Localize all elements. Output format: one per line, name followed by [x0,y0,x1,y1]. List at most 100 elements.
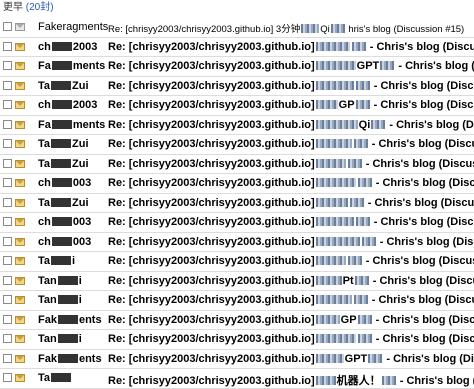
select-checkbox[interactable] [3,373,12,382]
mail-subject[interactable]: Re: [chrisyy2003/chrisyy2003.github.io] … [108,80,474,92]
select-checkbox[interactable] [3,334,12,343]
select-checkbox[interactable] [3,236,12,246]
redaction-block [51,119,72,129]
select-checkbox[interactable] [3,100,12,109]
sender-name-start: Fak [38,313,57,326]
sender-name-end: i [78,333,82,345]
pixelated-redaction [315,334,356,343]
pixelated-redaction [315,197,348,207]
subject-suffix: - Chris's blog (Discussion #15) [371,138,474,150]
select-checkbox[interactable] [3,61,12,70]
select-checkbox[interactable] [3,197,12,207]
mail-subject[interactable]: Re: [chrisyy2003/chrisyy2003.github.io] … [108,333,474,345]
select-checkbox[interactable] [3,256,12,265]
mail-row[interactable]: ch 003 Re: [chrisyy2003/chrisyy2003.github… [0,174,474,194]
mail-row[interactable]: Fak ents Re: [chrisyy2003/chrisyy2003.gith… [0,311,474,330]
mail-row[interactable]: Tan i Re: [chrisyy2003/chrisyy2003.github.… [0,272,474,291]
select-checkbox[interactable] [3,353,12,363]
unread-envelope-icon [15,198,25,207]
mail-subject[interactable]: Re: [chrisyy2003/chrisyy2003.github.io] G… [108,99,474,111]
mail-row[interactable]: Ta i Re: [chrisyy2003/chrisyy2003.github.i… [0,252,474,272]
pixelated-redaction [315,376,336,385]
unread-envelope-icon [15,374,25,382]
mail-subject[interactable]: Re: [chrisyy2003/chrisyy2003.github.io] … [108,177,474,189]
subject-prefix: Re: [chrisyy2003/chrisyy2003.github.io] [108,196,315,209]
mail-subject[interactable]: Re: [chrisyy2003/chrisyy2003.github.io] 机… [108,372,474,388]
pixelated-redaction [315,353,344,363]
select-checkbox[interactable] [3,217,12,226]
mail-row[interactable]: Fa ments Re: [chrisyy2003/chrisyy2003.gith… [0,57,474,77]
subject-fragment: Qi [320,24,330,35]
subject-suffix: - Chris's blog (Discussion #15) [386,352,474,365]
subject-prefix: Re: [chrisyy2003/chrisyy2003.github.io] [108,352,315,365]
sender-name-start: Tan [38,274,57,287]
mail-subject[interactable]: Re: [chrisyy2003/chrisyy2003.github.io] … [108,197,474,209]
pixelated-redaction [349,197,364,207]
mail-subject[interactable]: Re: [chrisyy2003/chrisyy2003.github.io] … [108,216,474,228]
select-checkbox[interactable] [3,80,12,90]
sender-name-start: Fa [38,60,51,72]
sender-name: Fak ents [38,353,108,365]
sender-name-end: i [78,294,82,306]
redaction-block [57,314,78,324]
sender-name-start: Ta [38,157,51,170]
sender-name-start: Ta [38,138,51,150]
mail-row[interactable]: Fakeragments Re: [chrisyy2003/chrisyy2003… [0,18,474,38]
mail-row[interactable]: Ta Zui Re: [chrisyy2003/chrisyy2003.github… [0,77,474,96]
subject-suffix: - Chris's blog (Discussion #15) [398,60,474,72]
mail-subject[interactable]: Re: [chrisyy2003/chrisyy2003.github.io] … [108,41,474,53]
mail-row[interactable]: Tan i Re: [chrisyy2003/chrisyy2003.github.… [0,330,474,350]
mail-subject[interactable]: Re: [chrisyy2003/chrisyy2003.github.io] Q… [108,119,474,131]
select-checkbox[interactable] [3,22,12,31]
mail-subject[interactable]: Re: [chrisyy2003/chrisyy2003.github.io] … [108,236,474,248]
mail-subject[interactable]: Re: [chrisyy2003/chrisyy2003.github.io] … [108,158,474,170]
select-checkbox[interactable] [3,314,12,324]
sender-name-end: 003 [72,216,92,228]
unread-envelope-icon [15,354,25,363]
select-checkbox[interactable] [3,139,12,148]
select-checkbox[interactable] [3,119,12,129]
subject-fragment: GP [340,313,357,326]
pixelated-redaction [315,295,352,304]
mail-list: Fakeragments Re: [chrisyy2003/chrisyy2003… [0,18,474,389]
sender-name: Ta Zui [38,158,108,170]
mail-subject[interactable]: Re: [chrisyy2003/chrisyy2003.github.io] P… [108,275,474,287]
sender-name-start: Fakeragments [38,21,108,33]
mail-row[interactable]: ch 003 Re: [chrisyy2003/chrisyy2003.github… [0,213,474,233]
mail-subject[interactable]: Re: [chrisyy2003/chrisyy2003.github.io] … [108,294,474,306]
subject-fragment: GPT [356,60,380,72]
select-checkbox[interactable] [3,295,12,304]
mail-row[interactable]: Ta Zui Re: [chrisyy2003/chrisyy2003.github… [0,155,474,174]
sender-name-end: i [78,274,82,287]
mail-row[interactable]: ch 2003 Re: [chrisyy2003/chrisyy2003.githu… [0,96,474,116]
mail-subject[interactable]: Re: [chrisyy2003/chrisyy2003.github.io] … [108,21,474,35]
select-checkbox[interactable] [3,178,12,187]
subject-prefix: Re: [chrisyy2003/chrisyy2003.github.io] [108,235,315,248]
unread-envelope-icon [15,315,25,324]
subject-prefix: Re: [chrisyy2003/chrisyy2003.github.io] [108,118,315,131]
mail-subject[interactable]: Re: [chrisyy2003/chrisyy2003.github.io] … [108,138,474,150]
select-checkbox[interactable] [3,41,12,51]
mail-row[interactable]: Ta Zui Re: [chrisyy2003/chrisyy2003.github… [0,135,474,155]
select-checkbox[interactable] [3,158,12,168]
sender-name-start: Tan [38,294,57,306]
redaction-block [51,256,72,265]
mail-row[interactable]: Ta Zui Re: [chrisyy2003/chrisyy2003.github… [0,194,474,213]
unread-envelope-icon [15,140,25,148]
mail-subject[interactable]: Re: [chrisyy2003/chrisyy2003.github.io] G… [108,353,474,365]
mail-subject[interactable]: Re: [chrisyy2003/chrisyy2003.github.io] G… [108,314,474,326]
group-header: 更早 (20封) [0,0,474,16]
mail-row[interactable]: ch 003 Re: [chrisyy2003/chrisyy2003.github… [0,233,474,252]
group-count-link[interactable]: (20封) [26,2,54,13]
mail-subject[interactable]: Re: [chrisyy2003/chrisyy2003.github.io] … [108,255,474,267]
mail-row[interactable]: Fak ents Re: [chrisyy2003/chrisyy2003.gith… [0,350,474,369]
select-checkbox[interactable] [3,275,12,285]
mail-row[interactable]: Fa ments Re: [chrisyy2003/chrisyy2003.gith… [0,116,474,135]
subject-prefix: Re: [chrisyy2003/chrisyy2003.github.io] [108,294,315,306]
mail-row[interactable]: Tan i Re: [chrisyy2003/chrisyy2003.github.… [0,291,474,311]
unread-envelope-icon [15,218,25,226]
mail-row[interactable]: ch 2003 Re: [chrisyy2003/chrisyy2003.githu… [0,38,474,57]
mail-row[interactable]: Ta Re: [chrisyy2003/chrisyy2003.github.io… [0,369,474,389]
mail-subject[interactable]: Re: [chrisyy2003/chrisyy2003.github.io] G… [108,60,474,72]
unread-envelope-icon [15,42,25,51]
